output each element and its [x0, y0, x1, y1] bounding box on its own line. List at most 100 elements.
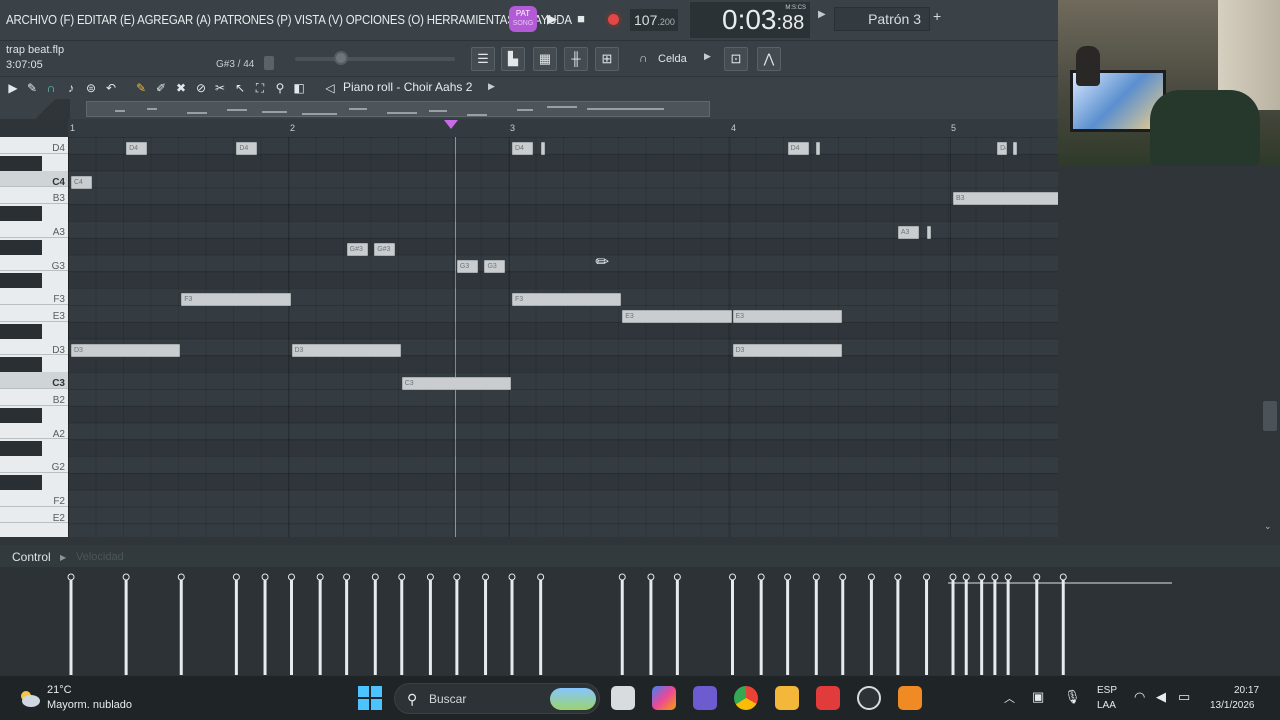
add-pattern-button[interactable]: +	[933, 8, 941, 24]
black-key[interactable]	[0, 475, 42, 490]
playback-icon[interactable]: ◧	[291, 80, 307, 96]
velocity-stem[interactable]	[839, 573, 847, 675]
note[interactable]: G#3	[346, 242, 368, 256]
tools-icon[interactable]: ✎	[24, 80, 40, 96]
velocity-stem[interactable]	[923, 573, 931, 675]
slider-knob[interactable]	[334, 51, 348, 65]
note[interactable]: C4	[71, 175, 93, 189]
velocity-stem[interactable]	[1059, 573, 1067, 675]
velocity-stem[interactable]	[991, 573, 999, 675]
velocity-stem[interactable]	[453, 573, 461, 675]
magnet-snap-icon[interactable]: ∩	[43, 80, 59, 96]
taskbar-search[interactable]: ⚲ Buscar	[394, 683, 600, 714]
note[interactable]: D4	[787, 142, 809, 155]
velocity-stem[interactable]	[537, 573, 545, 675]
note[interactable]: E3	[622, 310, 732, 323]
note[interactable]	[816, 142, 821, 155]
velocity-stem[interactable]	[67, 573, 75, 675]
pat-song-toggle[interactable]: PAT SONG	[509, 6, 537, 32]
snap-arrow-icon[interactable]: ▶	[704, 51, 711, 62]
velocity-stem[interactable]	[978, 573, 986, 675]
title-arrow-icon[interactable]: ▶	[488, 81, 495, 92]
playlist-icon[interactable]: ☰	[471, 47, 495, 71]
control-label[interactable]: Control	[12, 550, 51, 564]
note[interactable]: F3	[181, 293, 291, 307]
piano-roll-icon[interactable]: ▙	[501, 47, 525, 71]
wps-office-icon[interactable]	[816, 686, 840, 710]
velocity-lane[interactable]	[0, 567, 1280, 675]
velocity-stem[interactable]	[949, 573, 957, 675]
velocity-stem[interactable]	[729, 573, 736, 675]
options-arrow-icon[interactable]: ▶	[5, 80, 21, 96]
loop-icon[interactable]: ⊜	[83, 80, 99, 96]
velocity-stem[interactable]	[371, 573, 379, 675]
wifi-icon[interactable]: ◠	[1134, 689, 1145, 705]
note[interactable]: G#3	[374, 242, 396, 256]
weather-description[interactable]: Mayorm. nublado	[47, 699, 132, 711]
velocity-stem[interactable]	[122, 573, 130, 675]
battery-icon[interactable]: ▭	[1178, 689, 1190, 705]
zoom-icon[interactable]: ⚲	[272, 80, 288, 96]
stop-icon[interactable]: ■	[570, 8, 592, 30]
velocity-stem[interactable]	[962, 573, 970, 675]
note-icon[interactable]: ♪	[63, 80, 79, 96]
shop-icon[interactable]: ⊡	[724, 47, 748, 71]
black-key[interactable]	[0, 206, 42, 221]
channel-rack-icon[interactable]: ▦	[533, 47, 557, 71]
note[interactable]: D3	[732, 343, 842, 357]
master-pitch-slider[interactable]	[295, 57, 455, 61]
note[interactable]: D4	[236, 142, 258, 155]
note[interactable]: E3	[732, 310, 842, 323]
undo-icon[interactable]: ↶	[103, 80, 119, 96]
control-parameter[interactable]: Velocidad	[76, 551, 124, 563]
black-key[interactable]	[0, 441, 42, 457]
velocity-stem[interactable]	[757, 573, 765, 675]
tempo-display[interactable]: 107.200	[630, 9, 678, 31]
note[interactable]	[926, 226, 931, 239]
note[interactable]: G3	[484, 259, 506, 273]
velocity-stem[interactable]	[1033, 573, 1041, 675]
velocity-stem[interactable]	[426, 573, 434, 675]
black-key[interactable]	[0, 155, 42, 171]
note[interactable]: D4	[997, 142, 1008, 155]
velocity-stem[interactable]	[232, 573, 240, 675]
velocity-stem[interactable]	[867, 573, 875, 675]
microphone-icon[interactable]: 🎙	[1064, 689, 1081, 705]
tray-chevron-up-icon[interactable]: ︿	[1004, 690, 1015, 706]
note[interactable]	[1012, 142, 1017, 155]
mixer-icon[interactable]: ╫	[564, 47, 588, 71]
black-key[interactable]	[0, 407, 42, 423]
note[interactable]: G3	[456, 259, 478, 273]
record-icon[interactable]	[602, 8, 624, 30]
pattern-selector[interactable]: Patrón 3	[834, 7, 930, 31]
velocity-stem[interactable]	[1004, 573, 1012, 675]
pattern-arrow-icon[interactable]: ▶	[818, 9, 826, 20]
paint-icon[interactable]: ✐	[153, 80, 169, 96]
velocity-stem[interactable]	[398, 573, 406, 675]
zoom-box-icon[interactable]: ⛶	[252, 80, 268, 96]
note[interactable]	[540, 142, 545, 155]
time-display[interactable]: 0:03:88 M:S:CS	[690, 2, 810, 38]
fl-studio-icon[interactable]	[898, 686, 922, 710]
task-view-icon[interactable]	[611, 686, 635, 710]
black-key[interactable]	[0, 239, 42, 255]
velocity-stem[interactable]	[812, 573, 820, 675]
note[interactable]: C3	[401, 377, 511, 391]
fl-cloud-icon[interactable]: ⋀	[757, 47, 781, 71]
teams-icon[interactable]	[693, 686, 717, 710]
velocity-stem[interactable]	[894, 573, 902, 675]
tray-app-icon[interactable]: ▣	[1032, 689, 1044, 705]
velocity-stem[interactable]	[288, 573, 295, 675]
volume-icon[interactable]: ◀	[1156, 689, 1166, 705]
note[interactable]: B3	[953, 192, 1058, 206]
slice-icon[interactable]: ✂	[212, 80, 228, 96]
white-key[interactable]	[0, 523, 68, 537]
velocity-stem[interactable]	[784, 573, 792, 675]
velocity-stem[interactable]	[261, 573, 269, 675]
black-key[interactable]	[0, 357, 42, 373]
velocity-stem[interactable]	[316, 573, 324, 675]
input-layout[interactable]: LAA	[1097, 700, 1116, 711]
velocity-stem[interactable]	[508, 573, 516, 675]
weather-cloud-icon[interactable]	[17, 688, 41, 708]
note[interactable]: A3	[897, 226, 919, 239]
